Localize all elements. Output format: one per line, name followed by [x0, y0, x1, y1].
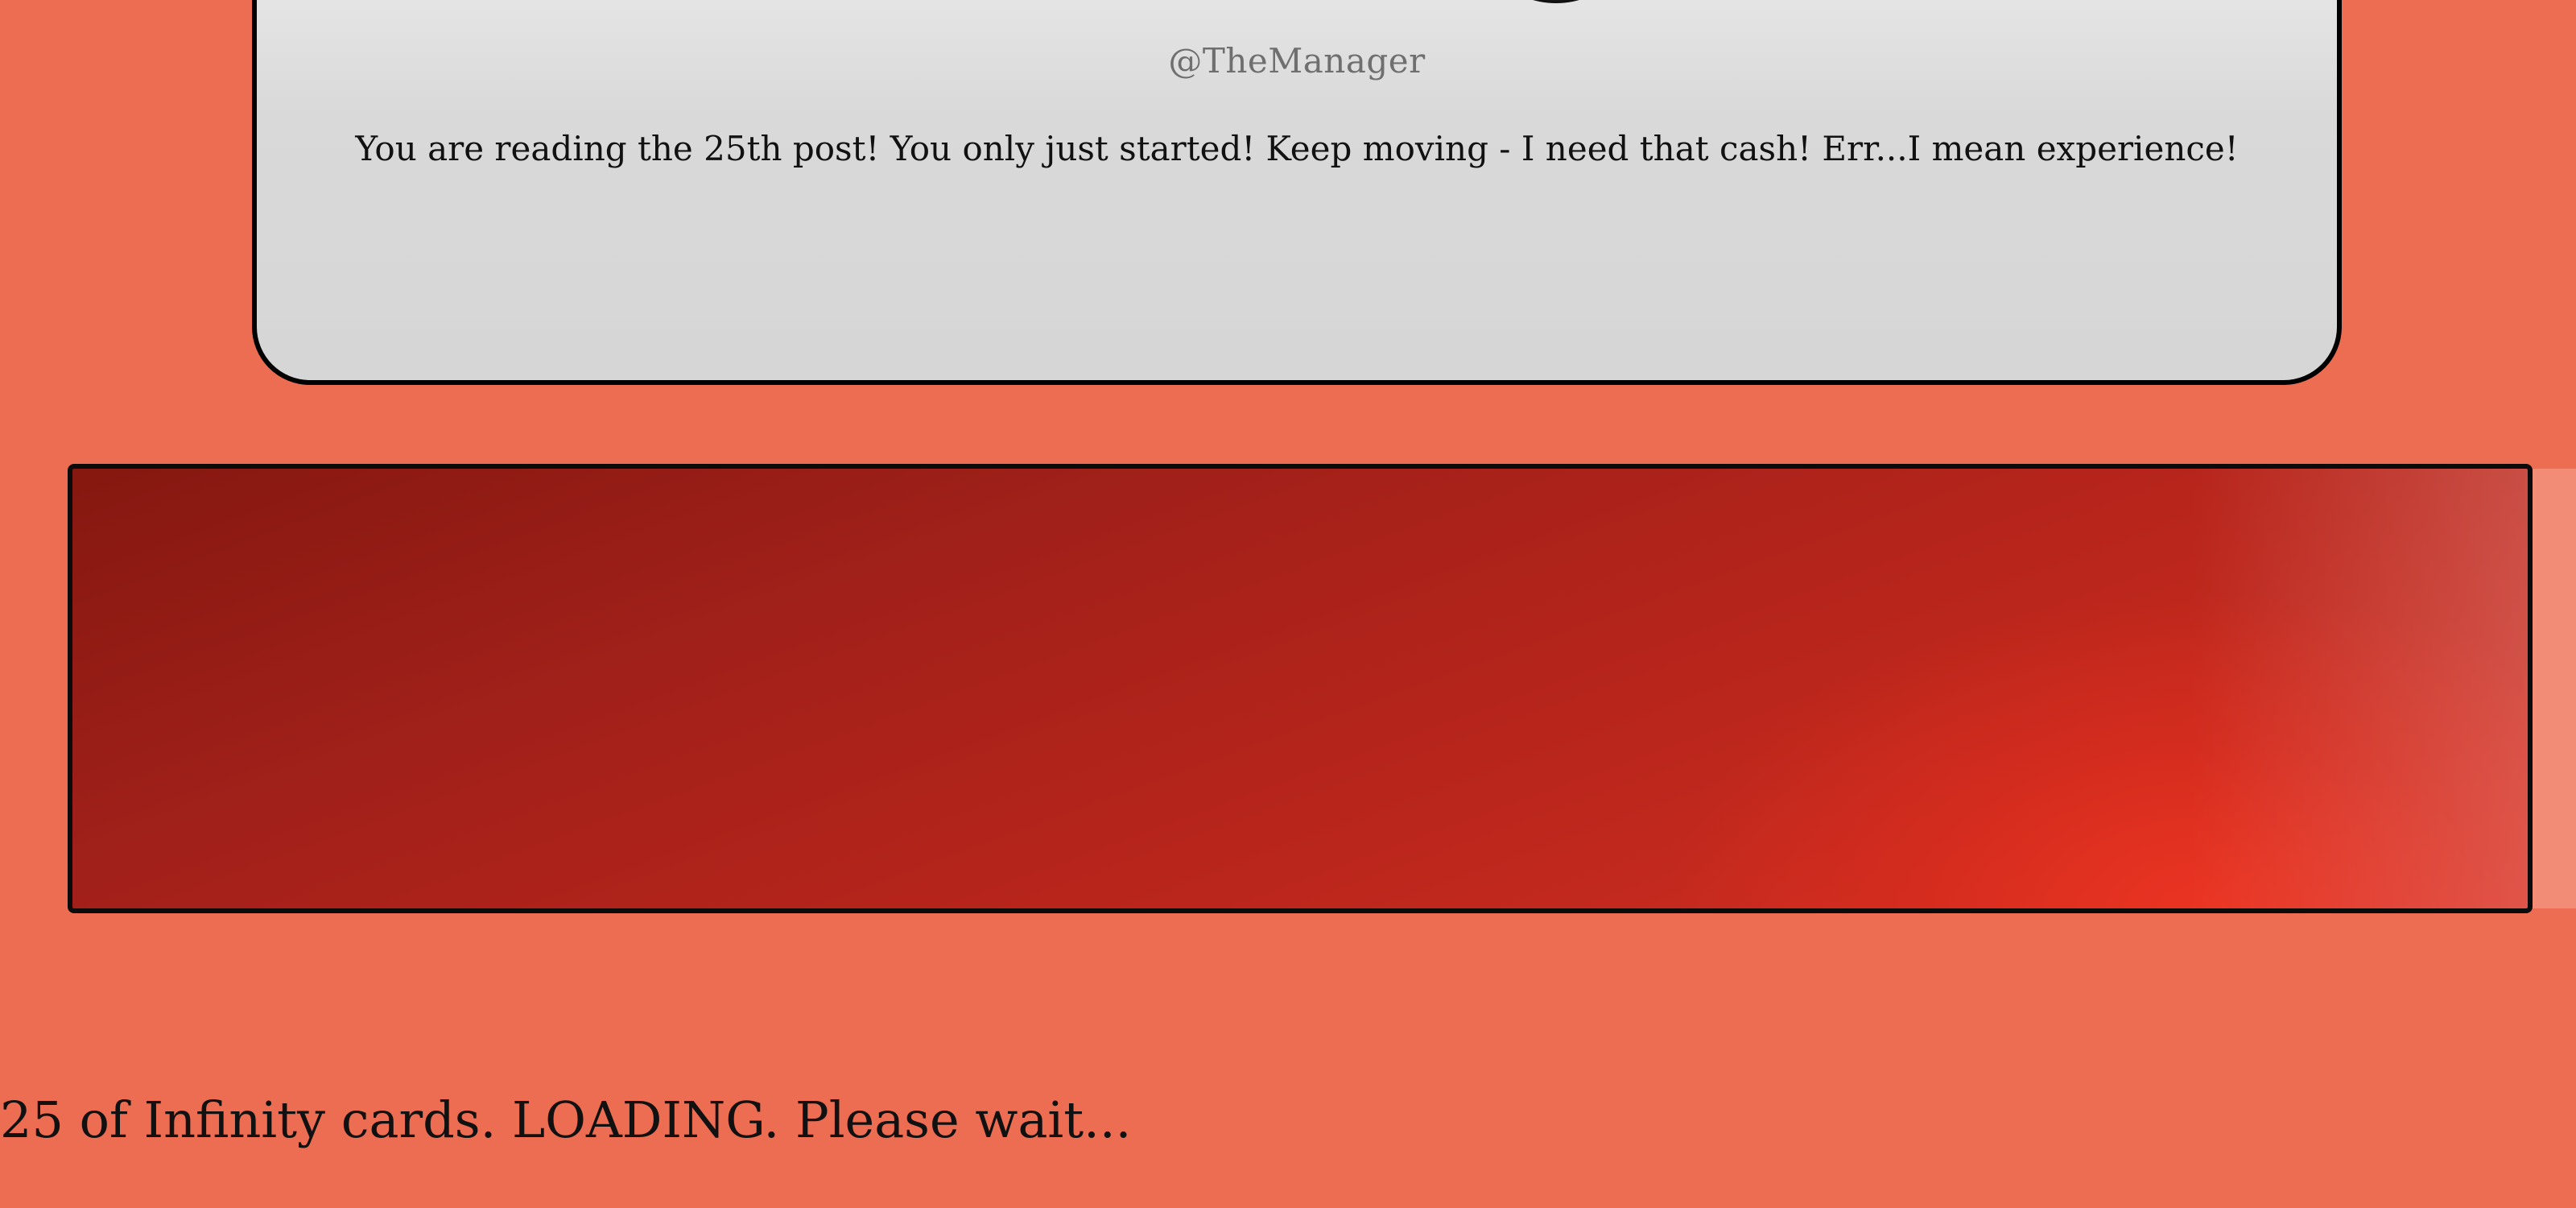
next-card-edge [2533, 469, 2576, 908]
avatar [1471, 0, 1641, 3]
loading-card-placeholder [68, 464, 2533, 913]
post-text: You are reading the 25th post! You only … [355, 129, 2239, 168]
post-card: @TheManager You are reading the 25th pos… [252, 0, 2342, 385]
author-handle[interactable]: @TheManager [257, 41, 2337, 81]
loading-status-text: 25 of Infinity cards. LOADING. Please wa… [0, 1090, 1132, 1149]
page: @TheManager You are reading the 25th pos… [0, 0, 2576, 1208]
